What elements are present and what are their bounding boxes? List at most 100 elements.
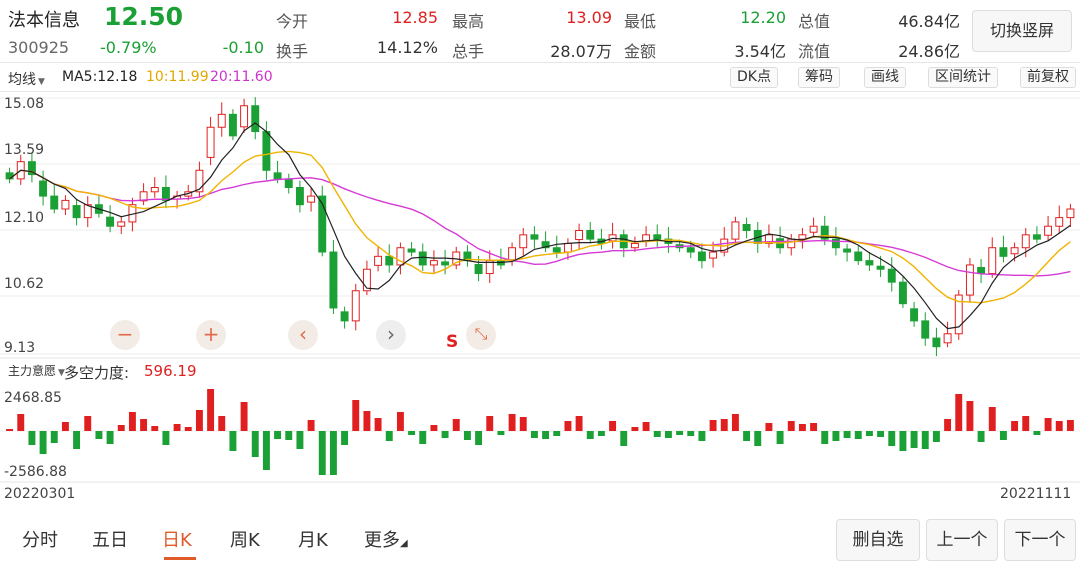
ma20-readout: 20:11.60 — [210, 69, 273, 85]
scroll-right-button[interactable]: › — [376, 320, 406, 350]
indicator-bar — [184, 427, 192, 431]
quote-value-total-value: 46.84亿 — [898, 12, 960, 31]
quote-label-turnover: 换手 — [276, 42, 309, 61]
indicator-bar — [910, 431, 918, 448]
indicator-bar — [877, 431, 885, 437]
corner-triangle-icon: ◢ — [400, 538, 408, 549]
indicator-bar — [553, 431, 561, 436]
indicator-axis-bottom: -2586.88 — [4, 464, 67, 480]
indicator-bar — [765, 423, 773, 431]
candle-body — [530, 234, 539, 240]
indicator-bar — [1033, 431, 1041, 435]
ma5-readout: MA5:12.18 — [62, 69, 138, 85]
candle-body — [161, 186, 170, 201]
indicator-bar — [61, 422, 69, 431]
period-tabbar: 分时 五日 日K 周K 月K 更多◢ 删自选 上一个 下一个 — [0, 512, 1080, 567]
indicator-bar — [262, 431, 270, 470]
tab-more[interactable]: 更多◢ — [364, 526, 408, 552]
fullscreen-icon[interactable]: ⤡ — [466, 320, 496, 350]
tab-weekly-k[interactable]: 周K — [230, 526, 260, 552]
switch-portrait-button[interactable]: 切换竖屏 — [972, 10, 1072, 52]
candle-body — [630, 242, 639, 249]
candle-body — [653, 234, 662, 240]
range-stats-button[interactable]: 区间统计 — [928, 67, 998, 88]
indicator-bar — [843, 431, 851, 438]
indicator-bar — [720, 419, 728, 431]
kline-chart[interactable] — [0, 92, 1080, 502]
indicator-bar — [385, 431, 393, 441]
indicator-bar — [664, 431, 672, 438]
indicator-bar — [17, 414, 25, 431]
indicator-bar — [240, 402, 248, 431]
zoom-in-button[interactable]: + — [196, 320, 226, 350]
candle-body — [284, 178, 293, 188]
stock-price: 12.50 — [104, 2, 184, 31]
indicator-bar — [162, 431, 170, 445]
candle-body — [61, 199, 70, 210]
candle-body — [374, 255, 383, 266]
indicator-bar — [530, 431, 538, 438]
candle-body — [686, 247, 695, 253]
indicator-bar — [39, 431, 47, 454]
candle-body — [340, 311, 349, 322]
candle-body — [843, 248, 852, 253]
tab-monthly-k[interactable]: 月K — [298, 526, 328, 552]
indicator-bar — [341, 431, 349, 445]
indicator-bar — [430, 425, 438, 431]
indicator-bar — [419, 431, 427, 444]
zoom-out-button[interactable]: − — [110, 320, 140, 350]
candle-body — [563, 242, 572, 253]
indicator-bar — [899, 431, 907, 451]
previous-stock-button[interactable]: 上一个 — [926, 519, 998, 561]
indicator-bar — [1011, 421, 1019, 431]
price-axis-label-4: 10.62 — [4, 276, 45, 292]
indicator-bar — [586, 431, 594, 439]
candle-body — [787, 238, 796, 249]
tab-daily-k[interactable]: 日K — [162, 526, 192, 552]
remove-watchlist-button[interactable]: 删自选 — [836, 519, 920, 561]
indicator-bar — [966, 401, 974, 431]
indicator-bar — [151, 426, 159, 431]
candle-body — [1032, 234, 1041, 240]
candle-body — [251, 105, 260, 133]
quote-label-open: 今开 — [276, 12, 309, 31]
indicator-bar — [117, 425, 125, 431]
chip-distribution-button[interactable]: 筹码 — [798, 67, 840, 88]
candle-body — [385, 255, 394, 266]
kline-chart-area[interactable]: 15.08 13.59 12.10 10.62 9.13 − + ‹ › S ⤡… — [0, 92, 1080, 502]
candle-body — [552, 247, 561, 253]
date-start-label: 20220301 — [4, 486, 76, 502]
indicator-bar — [519, 417, 527, 431]
candle-body — [742, 223, 751, 232]
candle-body — [965, 264, 974, 296]
dk-point-button[interactable]: DK点 — [730, 67, 778, 88]
price-axis-label-2: 13.59 — [4, 142, 45, 158]
tab-intraday[interactable]: 分时 — [22, 526, 58, 552]
s-signal-marker[interactable]: S — [446, 332, 458, 352]
active-tab-indicator — [164, 557, 196, 560]
candle-body — [988, 247, 997, 275]
date-end-label: 20221111 — [1000, 486, 1072, 502]
indicator-bar — [999, 431, 1007, 440]
indicator-bar — [865, 431, 873, 436]
next-stock-button[interactable]: 下一个 — [1004, 519, 1076, 561]
candle-body — [575, 230, 584, 241]
candle-body — [240, 105, 249, 128]
candle-body — [407, 248, 416, 253]
indicator-bar — [396, 412, 404, 431]
candle-body — [876, 265, 885, 270]
indicator-bar — [564, 421, 572, 431]
tab-five-day[interactable]: 五日 — [92, 526, 128, 552]
indicator-type-dropdown[interactable]: 主力意愿 ▼ — [8, 362, 65, 379]
draw-line-button[interactable]: 画线 — [864, 67, 906, 88]
scroll-left-button[interactable]: ‹ — [288, 320, 318, 350]
ma-type-dropdown[interactable]: 均线 ▼ — [8, 69, 45, 89]
forward-adjust-button[interactable]: 前复权 — [1020, 67, 1076, 88]
stock-code: 300925 — [8, 38, 70, 57]
candle-body — [798, 234, 807, 240]
indicator-bar — [932, 431, 940, 442]
candle-body — [418, 251, 427, 266]
indicator-bar — [620, 431, 628, 446]
indicator-bar — [475, 431, 483, 445]
indicator-bar — [218, 416, 226, 431]
